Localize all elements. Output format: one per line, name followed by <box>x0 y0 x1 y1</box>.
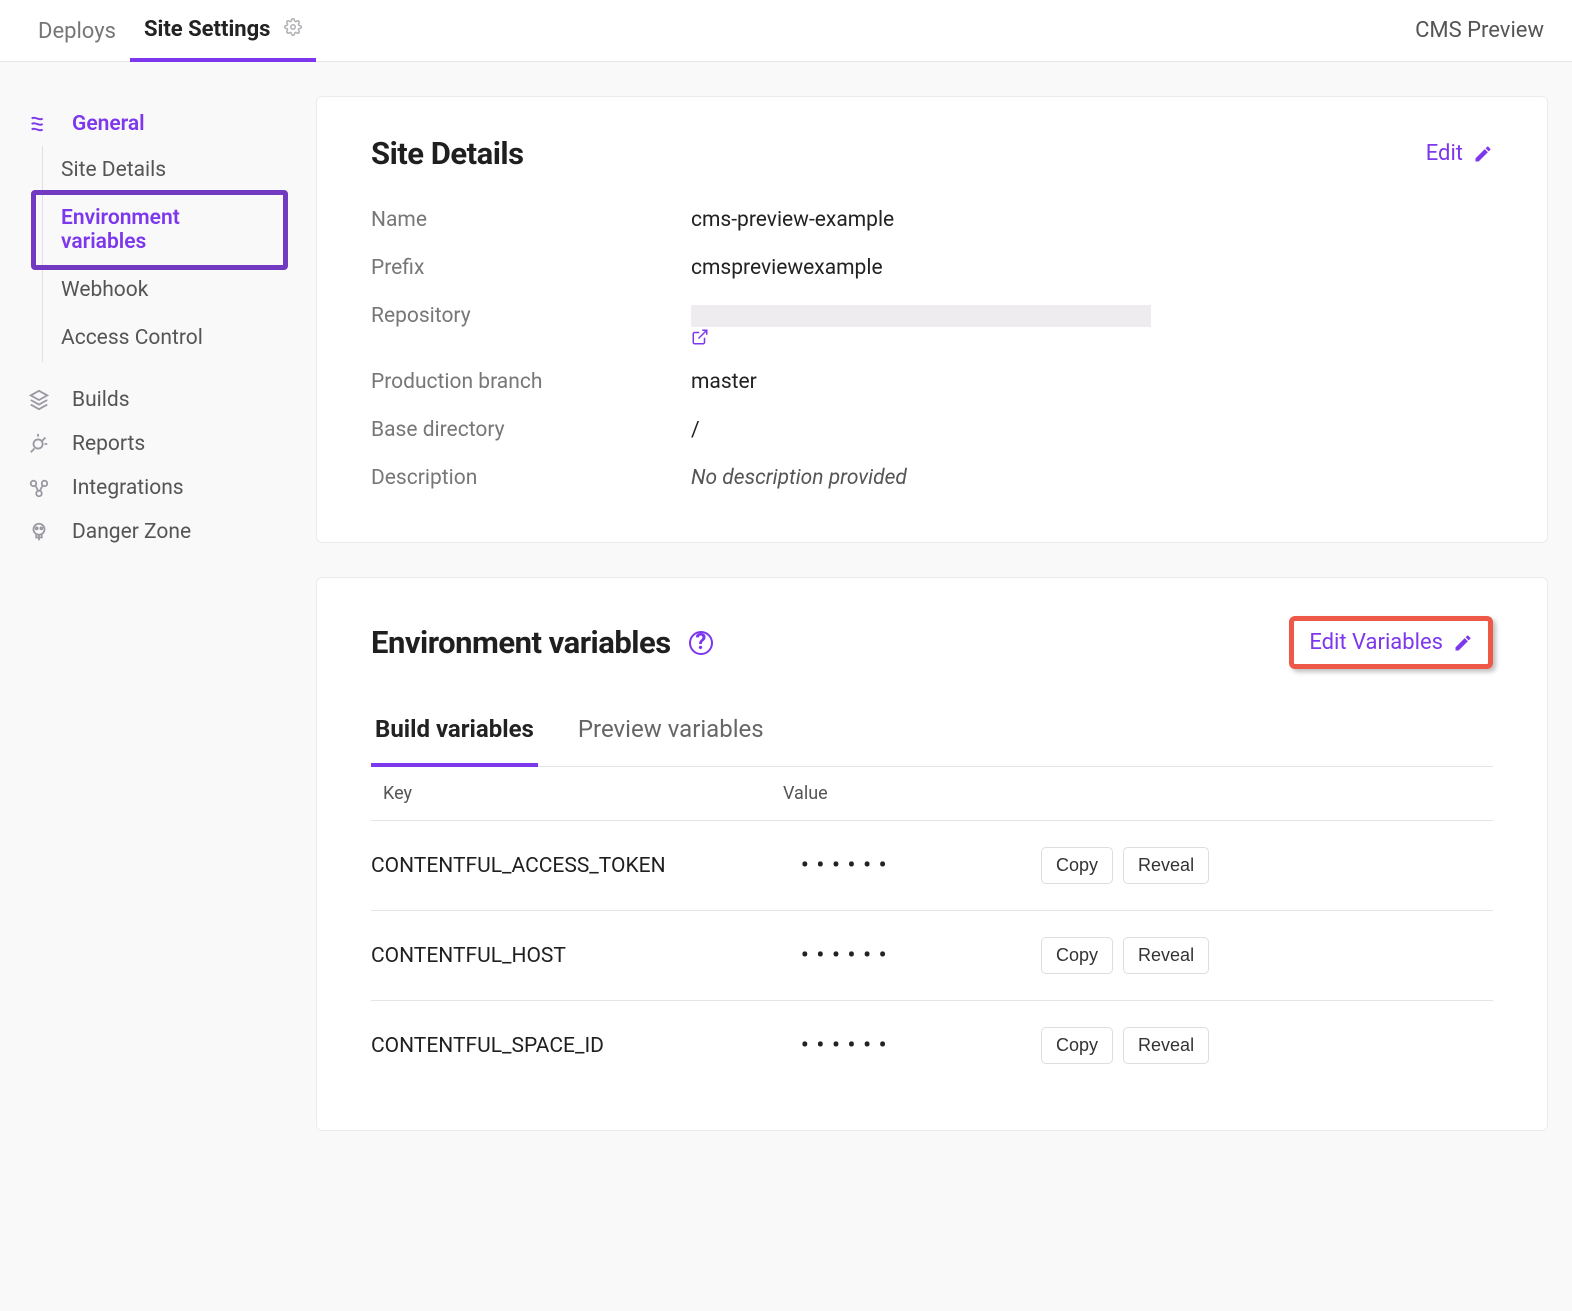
env-tabs: Build variables Preview variables <box>371 701 1493 767</box>
tab-site-settings[interactable]: Site Settings <box>130 0 316 62</box>
sidebar-item-label: Danger Zone <box>72 520 191 544</box>
value <box>691 304 1165 346</box>
value: No description provided <box>691 466 907 490</box>
site-details-title: Site Details <box>371 135 524 172</box>
sidebar-item-label: General <box>72 112 145 136</box>
var-value-masked: •••••• <box>801 944 1041 968</box>
var-row: CONTENTFUL_ACCESS_TOKEN •••••• Copy Reve… <box>371 821 1493 911</box>
sidebar-item-access-control[interactable]: Access Control <box>43 314 280 362</box>
edit-variables-button[interactable]: Edit Variables <box>1289 616 1493 669</box>
help-icon[interactable]: ? <box>689 631 713 655</box>
cms-preview-label[interactable]: CMS Preview <box>1415 18 1548 43</box>
var-row: CONTENTFUL_SPACE_ID •••••• Copy Reveal <box>371 1001 1493 1090</box>
label: Base directory <box>371 418 691 442</box>
env-vars-card: Environment variables ? Edit Variables B… <box>316 577 1548 1131</box>
integrations-icon <box>28 477 56 499</box>
label: Description <box>371 466 691 490</box>
sidebar-item-label: Integrations <box>72 476 184 500</box>
sidebar-item-integrations[interactable]: Integrations <box>20 466 280 510</box>
edit-variables-label: Edit Variables <box>1309 630 1443 655</box>
tab-build-variables[interactable]: Build variables <box>371 701 538 767</box>
site-details-card: Site Details Edit Name cms-preview-examp… <box>316 96 1548 543</box>
vars-table-head: Key Value <box>371 767 1493 821</box>
sidebar-item-danger-zone[interactable]: Danger Zone <box>20 510 280 554</box>
danger-icon <box>28 521 56 543</box>
pencil-icon <box>1473 144 1493 164</box>
env-vars-title: Environment variables ? <box>371 624 713 661</box>
row-description: Description No description provided <box>371 454 1493 502</box>
sidebar-item-label: Builds <box>72 388 130 412</box>
edit-label: Edit <box>1426 141 1463 166</box>
value: cms-preview-example <box>691 208 894 232</box>
var-key: CONTENTFUL_ACCESS_TOKEN <box>371 854 801 878</box>
col-key: Key <box>383 783 783 804</box>
top-tabs: Deploys Site Settings CMS Preview <box>0 0 1572 62</box>
var-key: CONTENTFUL_HOST <box>371 944 801 968</box>
sidebar-item-label: Reports <box>72 432 145 456</box>
value: cmspreviewexample <box>691 256 883 280</box>
var-row: CONTENTFUL_HOST •••••• Copy Reveal <box>371 911 1493 1001</box>
sidebar-item-reports[interactable]: Reports <box>20 422 280 466</box>
tab-deploys[interactable]: Deploys <box>24 1 130 60</box>
copy-button[interactable]: Copy <box>1041 937 1113 974</box>
sidebar-item-general[interactable]: General <box>20 102 280 146</box>
external-link-icon[interactable] <box>691 328 1165 346</box>
sidebar-item-webhook[interactable]: Webhook <box>43 266 280 314</box>
reveal-button[interactable]: Reveal <box>1123 1027 1209 1064</box>
pencil-icon <box>1453 633 1473 653</box>
row-repository: Repository <box>371 292 1493 358</box>
value: master <box>691 370 757 394</box>
tab-site-settings-label: Site Settings <box>144 17 271 42</box>
row-prefix: Prefix cmspreviewexample <box>371 244 1493 292</box>
tab-preview-variables[interactable]: Preview variables <box>574 701 768 766</box>
row-branch: Production branch master <box>371 358 1493 406</box>
var-value-masked: •••••• <box>801 1034 1041 1058</box>
gear-icon[interactable] <box>284 18 302 36</box>
reveal-button[interactable]: Reveal <box>1123 847 1209 884</box>
var-value-masked: •••••• <box>801 854 1041 878</box>
value: / <box>691 418 700 442</box>
sidebar-item-site-details[interactable]: Site Details <box>43 146 280 194</box>
sidebar: General Site Details Environment variabl… <box>20 96 280 1165</box>
label: Repository <box>371 304 691 346</box>
reports-icon <box>28 433 56 455</box>
row-name: Name cms-preview-example <box>371 196 1493 244</box>
label: Prefix <box>371 256 691 280</box>
reveal-button[interactable]: Reveal <box>1123 937 1209 974</box>
builds-icon <box>28 389 56 411</box>
var-key: CONTENTFUL_SPACE_ID <box>371 1034 801 1058</box>
general-icon <box>28 113 56 135</box>
copy-button[interactable]: Copy <box>1041 1027 1113 1064</box>
copy-button[interactable]: Copy <box>1041 847 1113 884</box>
row-base-dir: Base directory / <box>371 406 1493 454</box>
label: Name <box>371 208 691 232</box>
label: Production branch <box>371 370 691 394</box>
sidebar-item-env-vars[interactable]: Environment variables <box>43 194 280 266</box>
sidebar-item-builds[interactable]: Builds <box>20 378 280 422</box>
col-value: Value <box>783 783 828 804</box>
repo-redacted <box>691 305 1151 327</box>
edit-site-details-button[interactable]: Edit <box>1426 141 1493 166</box>
